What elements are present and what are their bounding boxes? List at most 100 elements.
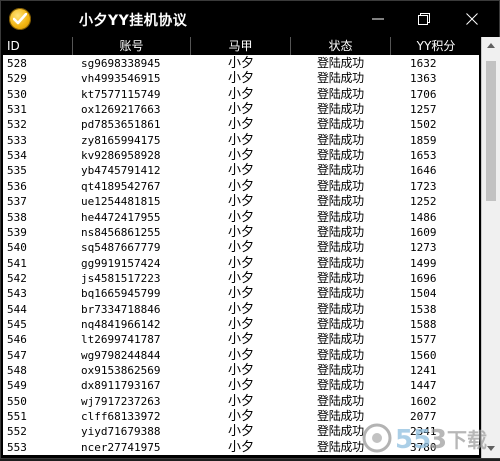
cell-points: 1252: [410, 195, 437, 209]
table-row[interactable]: 551 clff68133972 小夕 登陆成功 2077: [3, 409, 479, 424]
cell-status: 登陆成功: [317, 424, 364, 439]
vertical-scrollbar[interactable]: [481, 37, 500, 458]
cell-account: ox1269217663: [81, 103, 161, 117]
table-row[interactable]: 552 yiyd71679388 小夕 登陆成功 2341: [3, 424, 479, 439]
table-row[interactable]: 531 ox1269217663 小夕 登陆成功 1257: [3, 102, 479, 117]
cell-account: ox9153862569: [81, 364, 161, 377]
window-title: 小夕YY挂机协议: [79, 13, 188, 29]
cell-status: 登陆成功: [317, 132, 364, 147]
cell-account: ncer27741975: [81, 440, 161, 454]
cell-id: 541: [7, 256, 27, 270]
cell-status: 登陆成功: [317, 224, 364, 239]
cell-id: 537: [7, 195, 27, 209]
cell-points: 1560: [410, 348, 437, 362]
cell-account: br7334718846: [81, 302, 161, 316]
table-row[interactable]: 546 lt2699741787 小夕 登陆成功 1577: [3, 332, 479, 347]
cell-points: 1723: [410, 179, 437, 193]
cell-vest: 小夕: [228, 301, 255, 317]
table-row[interactable]: 549 dx8911793167 小夕 登陆成功 1447: [3, 378, 479, 393]
cell-vest: 小夕: [228, 393, 255, 409]
cell-vest: 小夕: [228, 270, 255, 286]
table-row[interactable]: 553 ncer27741975 小夕 登陆成功 3780: [3, 440, 479, 455]
cell-vest: 小夕: [228, 209, 255, 225]
table-row[interactable]: 548 ox9153862569 小夕 登陆成功 1241: [3, 363, 479, 378]
column-header-points[interactable]: YY积分: [391, 37, 481, 55]
table-row[interactable]: 532 pd7853651861 小夕 登陆成功 1502: [3, 117, 479, 132]
cell-id: 549: [7, 379, 27, 393]
cell-status: 登陆成功: [317, 332, 364, 347]
table-row[interactable]: 543 bq1665945799 小夕 登陆成功 1504: [3, 286, 479, 301]
cell-account: sq5487667779: [81, 241, 161, 255]
restore-button[interactable]: [401, 5, 447, 33]
cell-status: 登陆成功: [317, 363, 364, 377]
table-row[interactable]: 535 yb4745791412 小夕 登陆成功 1646: [3, 163, 479, 178]
cell-points: 2341: [410, 425, 437, 439]
table-row[interactable]: 528 sg9698338945 小夕 登陆成功 1632: [3, 56, 479, 71]
cell-account: js4581517223: [81, 271, 161, 285]
cell-account: nq4841966142: [81, 317, 161, 331]
close-button[interactable]: [449, 5, 495, 33]
cell-id: 552: [7, 425, 27, 439]
table-row[interactable]: 547 wg9798244844 小夕 登陆成功 1560: [3, 348, 479, 363]
table-row[interactable]: 550 wj7917237263 小夕 登陆成功 1602: [3, 394, 479, 409]
cell-account: ns8456861255: [81, 225, 161, 239]
column-header-account[interactable]: 账号: [73, 37, 191, 55]
table-row[interactable]: 533 zy8165994175 小夕 登陆成功 1859: [3, 133, 479, 148]
title-bar[interactable]: 小夕YY挂机协议: [1, 1, 499, 37]
table-row[interactable]: 536 qt4189542767 小夕 登陆成功 1723: [3, 179, 479, 194]
cell-id: 547: [7, 348, 27, 362]
cell-account: ue1254481815: [81, 195, 161, 209]
minimize-icon: [372, 18, 384, 20]
cell-points: 1859: [410, 133, 437, 147]
cell-status: 登陆成功: [317, 270, 364, 285]
table-row[interactable]: 534 kv9286958928 小夕 登陆成功 1653: [3, 148, 479, 163]
cell-id: 532: [7, 118, 27, 132]
cell-points: 1273: [410, 241, 437, 255]
table-row[interactable]: 539 ns8456861255 小夕 登陆成功 1609: [3, 225, 479, 240]
cell-id: 535: [7, 164, 27, 178]
cell-account: dx8911793167: [81, 379, 161, 393]
column-header-vest[interactable]: 马甲: [191, 37, 291, 55]
cell-vest: 小夕: [228, 363, 255, 378]
table-row[interactable]: 542 js4581517223 小夕 登陆成功 1696: [3, 271, 479, 286]
cell-id: 548: [7, 364, 27, 377]
cell-account: he4472417955: [81, 210, 161, 224]
cell-id: 550: [7, 394, 27, 408]
cell-status: 登陆成功: [317, 71, 364, 86]
table-row[interactable]: 538 he4472417955 小夕 登陆成功 1486: [3, 210, 479, 225]
table-row[interactable]: 537 ue1254481815 小夕 登陆成功 1252: [3, 194, 479, 209]
cell-status: 登陆成功: [317, 301, 364, 316]
account-table[interactable]: 528 sg9698338945 小夕 登陆成功 1632 529 vh4993546915…: [3, 55, 479, 455]
cell-account: vh4993546915: [81, 72, 161, 86]
table-row[interactable]: 541 gg9919157424 小夕 登陆成功 1499: [3, 256, 479, 271]
cell-id: 543: [7, 287, 27, 301]
table-row[interactable]: 540 sq5487667779 小夕 登陆成功 1273: [3, 240, 479, 255]
cell-points: 3780: [410, 440, 437, 454]
restore-icon: [418, 13, 430, 25]
scroll-up-button[interactable]: [482, 37, 500, 55]
cell-vest: 小夕: [228, 255, 255, 271]
scroll-down-button[interactable]: [482, 440, 500, 458]
cell-status: 登陆成功: [317, 194, 364, 209]
table-header: ID 账号 马甲 状态 YY积分: [1, 37, 481, 55]
minimize-button[interactable]: [355, 5, 401, 33]
cell-vest: 小夕: [228, 71, 255, 87]
cell-id: 536: [7, 179, 27, 193]
cell-vest: 小夕: [228, 224, 255, 240]
cell-points: 1706: [410, 87, 437, 101]
cell-vest: 小夕: [228, 194, 255, 210]
cell-account: wj7917237263: [81, 394, 161, 408]
cell-vest: 小夕: [228, 240, 255, 256]
table-row[interactable]: 530 kt7577115749 小夕 登陆成功 1706: [3, 87, 479, 102]
cell-status: 登陆成功: [317, 178, 364, 193]
cell-account: kt7577115749: [81, 87, 161, 101]
cell-points: 1538: [410, 302, 437, 316]
cell-account: pd7853651861: [81, 118, 161, 132]
table-row[interactable]: 544 br7334718846 小夕 登陆成功 1538: [3, 302, 479, 317]
cell-status: 登陆成功: [317, 409, 364, 424]
column-header-id[interactable]: ID: [1, 37, 73, 55]
scroll-thumb[interactable]: [486, 61, 496, 201]
table-row[interactable]: 529 vh4993546915 小夕 登陆成功 1363: [3, 71, 479, 86]
column-header-status[interactable]: 状态: [291, 37, 391, 55]
table-row[interactable]: 545 nq4841966142 小夕 登陆成功 1588: [3, 317, 479, 332]
